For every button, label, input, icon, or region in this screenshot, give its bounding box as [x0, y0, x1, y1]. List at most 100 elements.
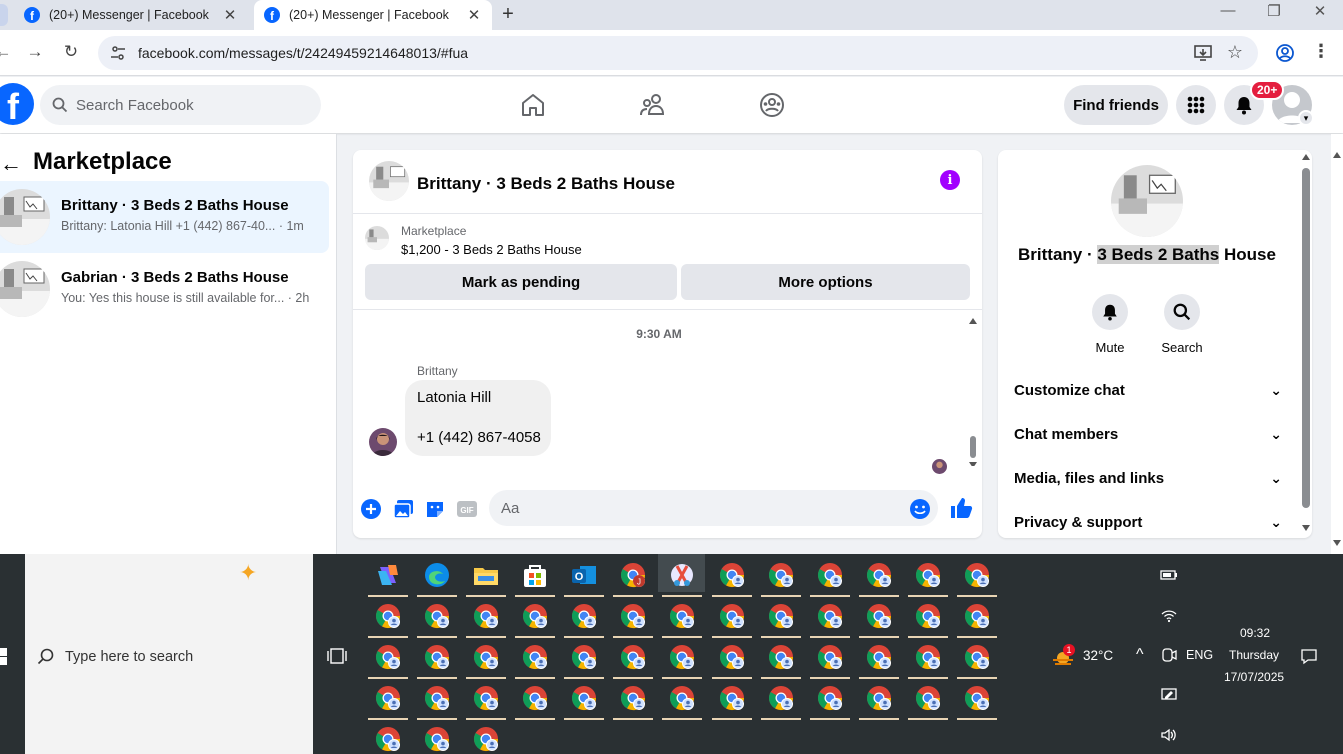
chrome-icon[interactable] [767, 684, 795, 712]
outlook-icon[interactable]: O [570, 561, 598, 589]
pen-workspace-icon[interactable] [1160, 686, 1178, 704]
meet-now-icon[interactable] [1160, 646, 1178, 664]
chrome-icon[interactable] [472, 602, 500, 630]
info-icon[interactable]: i [940, 170, 960, 190]
mute-button[interactable]: Mute [1080, 294, 1140, 355]
battery-icon[interactable] [1160, 566, 1178, 584]
weather-temperature[interactable]: 32°C [1083, 648, 1113, 663]
chrome-icon[interactable] [423, 725, 451, 753]
input-language[interactable]: ENG [1186, 648, 1213, 662]
chrome-icon[interactable] [570, 684, 598, 712]
facebook-logo-icon[interactable]: f [0, 83, 34, 125]
chrome-icon[interactable] [914, 684, 942, 712]
chrome-icon[interactable] [865, 643, 893, 671]
search-input[interactable] [76, 96, 296, 114]
browser-tab-1[interactable]: f (20+) Messenger | Facebook ✕ [14, 0, 248, 30]
facebook-search[interactable] [40, 85, 321, 125]
copilot-icon[interactable] [374, 561, 402, 589]
wifi-icon[interactable] [1160, 606, 1178, 624]
chrome-icon[interactable] [816, 602, 844, 630]
browser-tab-2[interactable]: f (20+) Messenger | Facebook ✕ [254, 0, 492, 30]
taskbar-search[interactable]: Type here to search ✦ [25, 554, 313, 754]
browser-menu-icon[interactable]: ⋮ [1310, 41, 1332, 62]
sticker-icon[interactable] [424, 498, 446, 520]
tab-group-stub[interactable] [0, 4, 8, 26]
photo-icon[interactable] [393, 498, 415, 520]
chrome-icon[interactable] [963, 684, 991, 712]
plus-circle-icon[interactable] [360, 498, 382, 520]
chrome-icon[interactable] [374, 684, 402, 712]
menu-button[interactable] [1176, 85, 1216, 125]
gif-icon[interactable]: GIF [456, 498, 478, 520]
clock-time[interactable]: 09:32 [1240, 626, 1270, 640]
find-friends-button[interactable]: Find friends [1064, 85, 1168, 125]
chrome-icon[interactable] [619, 602, 647, 630]
chrome-icon[interactable] [816, 684, 844, 712]
chat-info-avatar[interactable] [1111, 165, 1183, 237]
restore-icon[interactable]: ❐ [1259, 2, 1289, 20]
chrome-icon[interactable] [668, 643, 696, 671]
notification-center-icon[interactable] [1300, 647, 1318, 665]
windows-start-icon[interactable] [0, 554, 25, 754]
chevron-up-icon[interactable]: ^ [1136, 646, 1144, 664]
search-in-conversation-button[interactable]: Search [1152, 294, 1212, 355]
chrome-icon[interactable] [718, 602, 746, 630]
chrome-icon[interactable] [865, 561, 893, 589]
copilot-sparkle-icon[interactable]: ✦ [239, 560, 257, 586]
microsoft-store-icon[interactable] [521, 561, 549, 589]
chrome-icon[interactable] [914, 561, 942, 589]
volume-icon[interactable] [1160, 726, 1178, 744]
chrome-icon[interactable] [963, 602, 991, 630]
message-input-box[interactable] [489, 490, 938, 526]
chrome-icon[interactable] [914, 643, 942, 671]
chrome-icon[interactable] [472, 725, 500, 753]
chrome-icon[interactable] [374, 725, 402, 753]
chrome-icon[interactable] [865, 684, 893, 712]
message-scrollbar[interactable] [969, 316, 977, 466]
install-app-icon[interactable] [1192, 43, 1214, 63]
edge-icon[interactable] [423, 561, 451, 589]
chrome-icon[interactable] [767, 643, 795, 671]
chrome-icon[interactable] [423, 602, 451, 630]
chrome-icon[interactable] [767, 602, 795, 630]
chrome-icon[interactable] [472, 684, 500, 712]
chrome-icon[interactable] [816, 643, 844, 671]
task-view-icon[interactable] [327, 647, 347, 665]
chrome-icon[interactable] [423, 643, 451, 671]
window-close-icon[interactable]: ✕ [1305, 2, 1335, 20]
chrome-icon[interactable] [963, 643, 991, 671]
file-explorer-icon[interactable] [472, 561, 500, 589]
chat-title[interactable]: Brittany · 3 Beds 2 Baths House [417, 174, 675, 194]
listing-thumbnail[interactable] [365, 226, 389, 250]
chat-avatar[interactable] [369, 161, 409, 201]
message-bubble[interactable]: Latonia Hill +1 (442) 867-4058 [405, 380, 551, 456]
emoji-icon[interactable] [909, 498, 931, 520]
close-icon[interactable]: ✕ [466, 6, 482, 24]
chrome-icon[interactable] [767, 561, 795, 589]
listing-price-title[interactable]: $1,200 - 3 Beds 2 Baths House [401, 242, 582, 257]
groups-icon[interactable] [758, 91, 786, 119]
chrome-icon[interactable] [374, 602, 402, 630]
chrome-icon[interactable] [423, 684, 451, 712]
mark-as-pending-button[interactable]: Mark as pending [365, 264, 677, 300]
address-bar[interactable]: facebook.com/messages/t/2424945921464801… [98, 36, 1258, 70]
chrome-icon[interactable] [374, 643, 402, 671]
reload-icon[interactable]: ↻ [60, 42, 82, 62]
mute-circle[interactable] [1092, 294, 1128, 330]
media-files-links-section[interactable]: Media, files and links ⌄ [1014, 463, 1282, 493]
chrome-icon[interactable] [718, 561, 746, 589]
info-panel-scrollbar[interactable] [1300, 150, 1312, 538]
bookmark-star-icon[interactable]: ☆ [1224, 42, 1246, 63]
site-settings-icon[interactable] [110, 45, 126, 61]
chrome-icon[interactable] [668, 684, 696, 712]
chrome-icon[interactable] [521, 684, 549, 712]
forward-icon[interactable]: → [24, 42, 46, 62]
arrow-left-icon[interactable]: ← [0, 151, 22, 177]
chrome-icon[interactable] [718, 684, 746, 712]
chat-members-section[interactable]: Chat members ⌄ [1014, 419, 1282, 449]
message-input[interactable] [501, 499, 881, 517]
customize-chat-section[interactable]: Customize chat ⌄ [1014, 375, 1282, 405]
chrome-icon[interactable] [963, 561, 991, 589]
clock-date[interactable]: 17/07/2025 [1224, 670, 1284, 684]
chrome-icon[interactable] [619, 643, 647, 671]
